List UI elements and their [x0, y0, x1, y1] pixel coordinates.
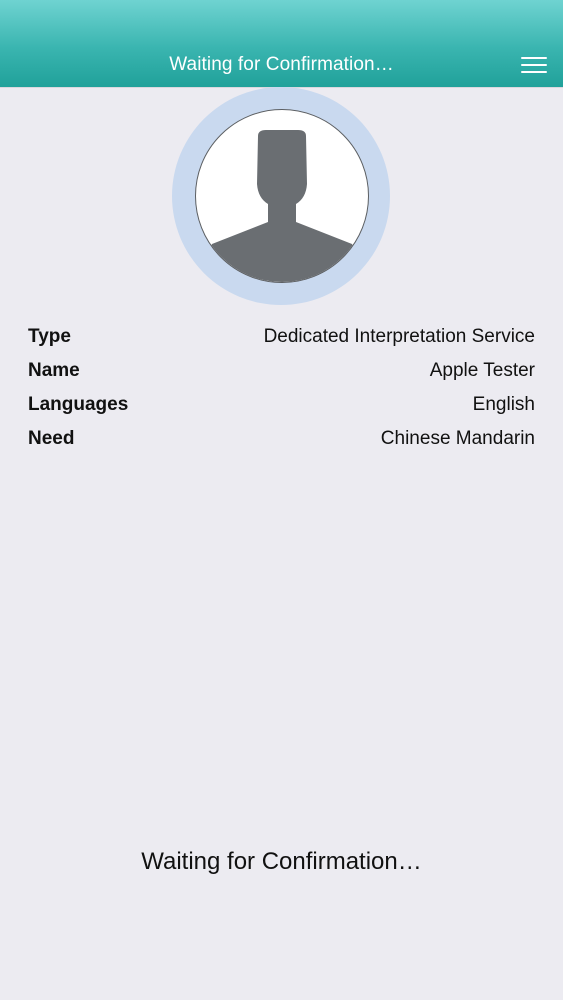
menu-line: [521, 57, 547, 59]
page-title: Waiting for Confirmation…: [169, 54, 394, 75]
request-details: Type Dedicated Interpretation Service Na…: [28, 320, 535, 456]
hamburger-menu-icon[interactable]: [521, 56, 547, 76]
detail-value: English: [472, 394, 535, 415]
detail-label: Type: [28, 326, 71, 347]
detail-row-name: Name Apple Tester: [28, 354, 535, 388]
detail-label: Need: [28, 428, 75, 449]
detail-label: Languages: [28, 394, 129, 415]
detail-row-languages: Languages English: [28, 388, 535, 422]
detail-value: Dedicated Interpretation Service: [263, 326, 535, 347]
detail-label: Name: [28, 360, 80, 381]
status-message: Waiting for Confirmation…: [141, 848, 422, 875]
menu-line: [521, 71, 547, 73]
menu-line: [521, 64, 547, 66]
avatar: [195, 109, 369, 283]
detail-row-type: Type Dedicated Interpretation Service: [28, 320, 535, 354]
person-silhouette-icon: [196, 130, 368, 282]
detail-value: Chinese Mandarin: [380, 428, 535, 449]
navigation-bar: Waiting for Confirmation…: [0, 0, 563, 87]
detail-value: Apple Tester: [429, 360, 535, 381]
detail-row-need: Need Chinese Mandarin: [28, 422, 535, 456]
